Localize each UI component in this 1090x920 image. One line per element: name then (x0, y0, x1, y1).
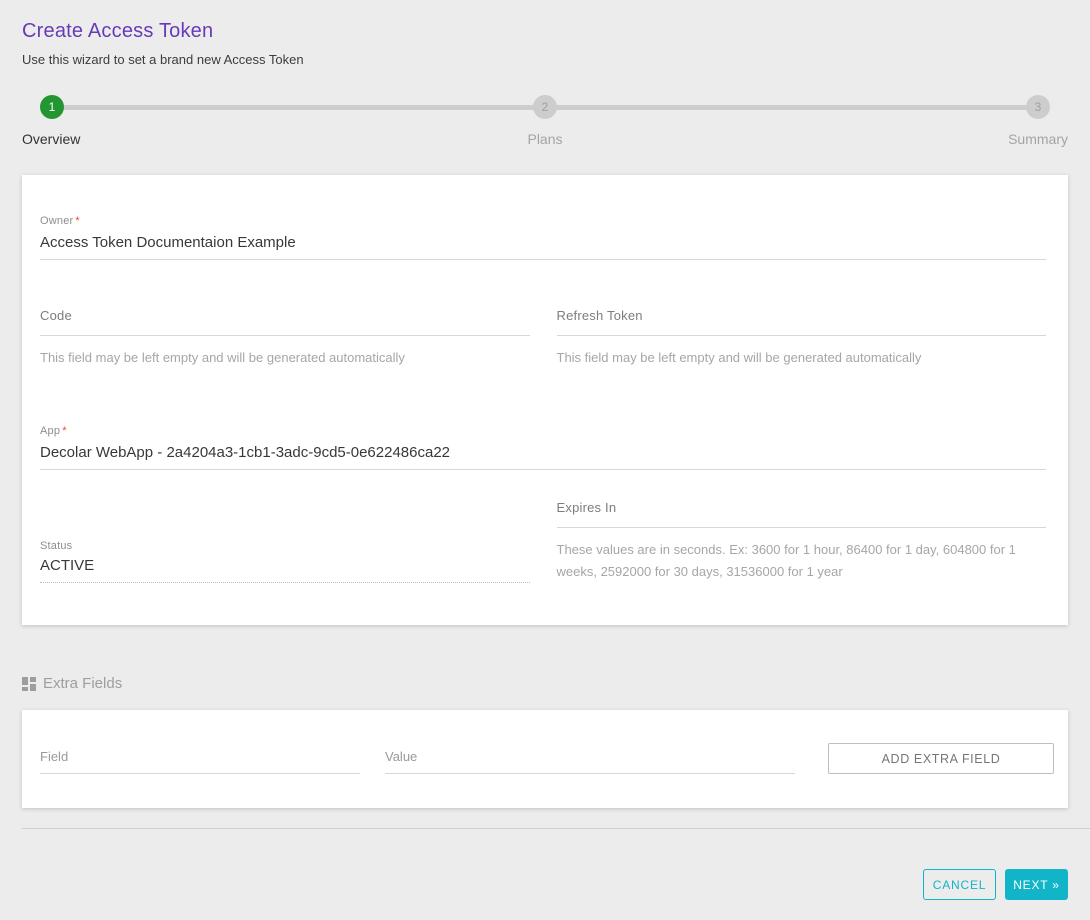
add-extra-field-button[interactable]: ADD EXTRA FIELD (828, 743, 1054, 774)
extra-field-value-input[interactable] (385, 745, 795, 774)
footer-divider (22, 828, 1090, 829)
refresh-token-field: Refresh Token This field may be left emp… (557, 308, 1047, 369)
code-hint: This field may be left empty and will be… (40, 347, 530, 369)
page-header: Create Access Token Use this wizard to s… (0, 0, 1090, 67)
extra-fields-section-header: Extra Fields (22, 675, 1068, 692)
extra-fields-row: ADD EXTRA FIELD (40, 743, 1054, 774)
extra-fields-card: ADD EXTRA FIELD (22, 710, 1068, 808)
stepper-labels: Overview Plans Summary (0, 131, 1090, 147)
step-circle-overview[interactable]: 1 (40, 95, 64, 119)
page-subtitle: Use this wizard to set a brand new Acces… (22, 52, 1068, 67)
code-refresh-row: Code This field may be left empty and wi… (40, 308, 1046, 369)
status-expires-row: Status Expires In These values are in se… (40, 500, 1046, 583)
next-button[interactable]: NEXT » (1005, 869, 1068, 900)
app-input[interactable] (40, 439, 1046, 469)
status-field: Status (40, 540, 530, 583)
app-label: App* (40, 421, 1046, 439)
required-asterisk: * (75, 215, 79, 227)
step-circle-summary[interactable]: 3 (1026, 95, 1050, 119)
step-label-summary[interactable]: Summary (1008, 131, 1068, 147)
owner-field: Owner* (40, 211, 1046, 260)
refresh-token-hint: This field may be left empty and will be… (557, 347, 1047, 369)
expires-in-label: Expires In (557, 500, 1047, 515)
owner-input[interactable] (40, 229, 1046, 259)
status-input[interactable] (40, 552, 530, 582)
create-access-token-page: Create Access Token Use this wizard to s… (0, 0, 1090, 920)
page-title: Create Access Token (22, 20, 1068, 43)
step-label-overview[interactable]: Overview (22, 131, 80, 147)
step-circle-plans[interactable]: 2 (533, 95, 557, 119)
status-select[interactable] (40, 552, 530, 583)
code-label: Code (40, 308, 530, 323)
expires-in-input-area[interactable] (557, 515, 1047, 528)
overview-form-card: Owner* Code This field may be left empty… (22, 175, 1068, 625)
step-label-plans[interactable]: Plans (527, 131, 562, 147)
grid-icon (22, 677, 36, 691)
wizard-footer: CANCEL NEXT » (923, 869, 1068, 900)
expires-in-hint: These values are in seconds. Ex: 3600 fo… (557, 539, 1047, 583)
status-label: Status (40, 540, 530, 552)
required-asterisk: * (62, 425, 66, 437)
owner-label: Owner* (40, 211, 1046, 229)
cancel-button[interactable]: CANCEL (923, 869, 996, 900)
code-field: Code This field may be left empty and wi… (40, 308, 530, 369)
refresh-token-label: Refresh Token (557, 308, 1047, 323)
extra-field-name-input[interactable] (40, 745, 360, 774)
wizard-stepper: 1 2 3 Overview Plans Summary (0, 95, 1090, 155)
refresh-token-input-area[interactable] (557, 323, 1047, 336)
extra-fields-title: Extra Fields (43, 675, 122, 692)
stepper-track: 1 2 3 (0, 95, 1090, 119)
expires-in-field: Expires In These values are in seconds. … (557, 500, 1047, 583)
app-field: App* (40, 421, 1046, 470)
code-input-area[interactable] (40, 323, 530, 336)
